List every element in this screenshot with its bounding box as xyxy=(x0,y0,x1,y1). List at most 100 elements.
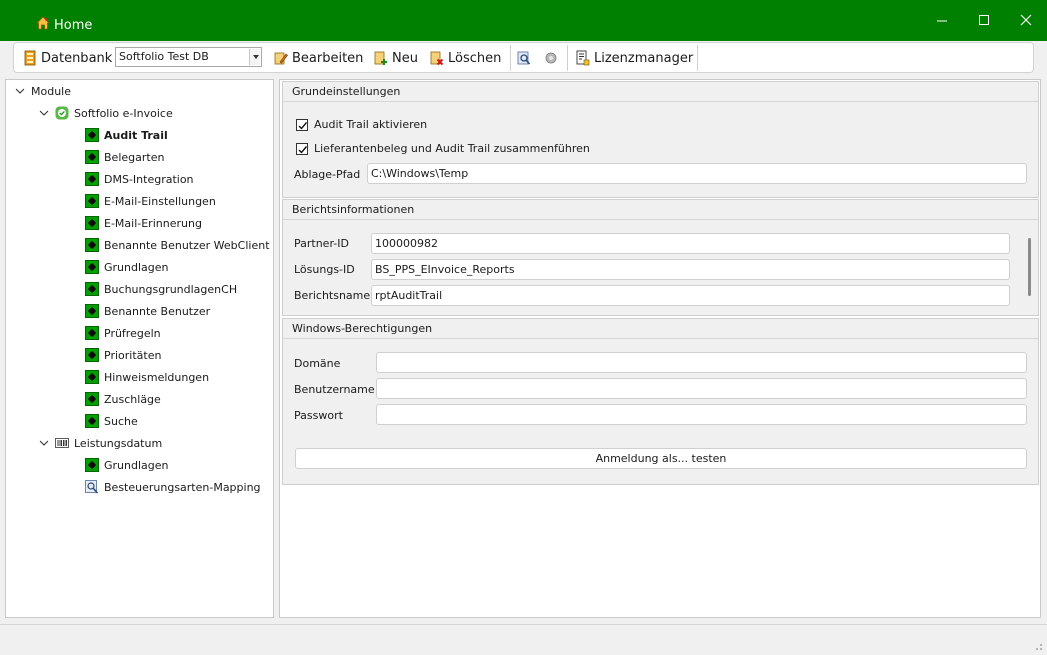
maximize-icon xyxy=(979,15,989,25)
settings-module-icon xyxy=(85,348,99,362)
solution-id-input[interactable]: BS_PPS_EInvoice_Reports xyxy=(371,259,1010,280)
tree-item-buchungsgrundlagen-ch[interactable]: BuchungsgrundlagenCH xyxy=(85,280,237,298)
tree-item-prioritaeten[interactable]: Prioritäten xyxy=(85,346,161,364)
tree-item-leistungsdatum-grundlagen[interactable]: Grundlagen xyxy=(85,456,169,474)
tree-group-leistungsdatum[interactable]: Leistungsdatum xyxy=(39,434,162,452)
minimize-button[interactable] xyxy=(932,10,952,30)
settings-module-icon xyxy=(85,458,99,472)
chevron-down-icon[interactable] xyxy=(39,438,49,448)
module-tree: Module Softfolio e-Invoice Audit Trail B… xyxy=(5,79,274,618)
settings-module-icon xyxy=(85,260,99,274)
tree-item-zuschlaege[interactable]: Zuschläge xyxy=(85,390,161,408)
report-name-label: Berichtsname xyxy=(294,289,371,302)
new-icon xyxy=(374,51,387,65)
tree-item-label: Grundlagen xyxy=(104,260,169,274)
checkbox-label: Lieferantenbeleg und Audit Trail zusamme… xyxy=(314,142,590,155)
tree-item-pruefregeln[interactable]: Prüfregeln xyxy=(85,324,161,342)
tree-item-label: Grundlagen xyxy=(104,458,169,472)
tree-group-einvoice[interactable]: Softfolio e-Invoice xyxy=(39,104,173,122)
tree-item-label: BuchungsgrundlagenCH xyxy=(104,282,238,296)
new-button[interactable]: Neu xyxy=(374,49,418,67)
chevron-down-icon[interactable] xyxy=(249,49,260,65)
status-bar xyxy=(0,624,1047,655)
settings-module-icon xyxy=(85,194,99,208)
checkbox-audit-trail[interactable]: Audit Trail aktivieren xyxy=(296,118,427,131)
username-input[interactable] xyxy=(376,378,1027,399)
test-login-button[interactable]: Anmeldung als... testen xyxy=(295,448,1027,469)
edit-button-label: Bearbeiten xyxy=(292,50,364,66)
settings-content: Grundeinstellungen Audit Trail aktiviere… xyxy=(279,79,1041,618)
solution-id-label: Lösungs-ID xyxy=(294,263,355,276)
tree-item-hinweismeldungen[interactable]: Hinweismeldungen xyxy=(85,368,209,386)
tree-item-grundlagen[interactable]: Grundlagen xyxy=(85,258,169,276)
settings-module-icon xyxy=(85,414,99,428)
group-grundeinstellungen: Grundeinstellungen Audit Trail aktiviere… xyxy=(282,81,1039,198)
close-icon xyxy=(1020,14,1032,26)
chevron-down-icon[interactable] xyxy=(15,86,25,96)
checkbox[interactable] xyxy=(296,118,308,131)
toolbar-separator xyxy=(510,45,511,71)
database-icon xyxy=(24,50,36,66)
tree-item-belegarten[interactable]: Belegarten xyxy=(85,148,164,166)
search-db-button[interactable] xyxy=(517,49,535,67)
tree-item-label: Besteuerungsarten-Mapping xyxy=(104,480,261,494)
tree-item-email-reminder[interactable]: E-Mail-Erinnerung xyxy=(85,214,202,232)
toolbar-separator xyxy=(697,45,698,71)
checkbox[interactable] xyxy=(296,142,308,155)
settings-module-icon xyxy=(85,238,99,252)
tree-item-label: Benannte Benutzer xyxy=(104,304,211,318)
group-header: Grundeinstellungen xyxy=(283,82,1038,102)
domain-input[interactable] xyxy=(376,352,1027,373)
window-title: Home xyxy=(54,18,93,33)
barcode-icon xyxy=(55,438,69,448)
database-select-value: Softfolio Test DB xyxy=(119,50,209,63)
close-button[interactable] xyxy=(1016,10,1036,30)
license-manager-button[interactable]: Lizenzmanager xyxy=(576,49,693,67)
check-icon xyxy=(298,145,308,154)
tree-item-dms-integration[interactable]: DMS-Integration xyxy=(85,170,194,188)
tree-item-email-settings[interactable]: E-Mail-Einstellungen xyxy=(85,192,216,210)
checkbox-label: Audit Trail aktivieren xyxy=(314,118,428,131)
domain-label: Domäne xyxy=(294,357,341,370)
tree-item-besteuerungsarten-mapping[interactable]: Besteuerungsarten-Mapping xyxy=(85,478,261,496)
settings-module-icon xyxy=(85,370,99,384)
group-header: Windows-Berechtigungen xyxy=(283,319,1038,339)
path-input[interactable]: C:\Windows\Temp xyxy=(367,163,1027,184)
maximize-button[interactable] xyxy=(974,10,994,30)
settings-module-icon xyxy=(85,392,99,406)
refresh-button[interactable] xyxy=(544,49,562,67)
database-select[interactable]: Softfolio Test DB xyxy=(115,47,262,67)
checkbox-merge-supplier-document[interactable]: Lieferantenbeleg und Audit Trail zusamme… xyxy=(296,142,590,155)
tree-group-label: Leistungsdatum xyxy=(74,436,163,450)
settings-module-icon xyxy=(85,128,99,142)
tree-item-label: Benannte Benutzer WebClient xyxy=(104,238,270,252)
tree-item-label: Prüfregeln xyxy=(104,326,161,340)
chevron-down-icon[interactable] xyxy=(39,108,49,118)
license-manager-label: Lizenzmanager xyxy=(594,50,694,66)
tree-root-module[interactable]: Module xyxy=(15,82,71,100)
home-icon xyxy=(36,16,50,30)
password-input[interactable] xyxy=(376,404,1027,425)
group-berichtsinformationen: Berichtsinformationen Partner-ID 1000009… xyxy=(282,199,1039,316)
edit-button[interactable]: Bearbeiten xyxy=(274,49,363,67)
scrollbar[interactable] xyxy=(1028,238,1031,296)
new-button-label: Neu xyxy=(392,50,418,66)
tree-item-suche[interactable]: Suche xyxy=(85,412,138,430)
delete-button-label: Löschen xyxy=(448,50,502,66)
tree-item-named-users[interactable]: Benannte Benutzer xyxy=(85,302,210,320)
settings-module-icon xyxy=(85,172,99,186)
partner-id-label: Partner-ID xyxy=(294,237,349,250)
toolbar-separator xyxy=(567,45,568,71)
tree-item-label: E-Mail-Einstellungen xyxy=(104,194,216,208)
tree-item-named-users-webclient[interactable]: Benannte Benutzer WebClient xyxy=(85,236,270,254)
main-toolbar: Datenbank Softfolio Test DB Bearbeiten N… xyxy=(13,42,1034,73)
partner-id-input[interactable]: 100000982 xyxy=(371,233,1010,254)
mapping-search-icon xyxy=(85,480,99,494)
delete-button[interactable]: Löschen xyxy=(430,49,501,67)
resize-grip-icon[interactable] xyxy=(1035,643,1043,651)
group-header: Berichtsinformationen xyxy=(283,200,1038,220)
report-name-input[interactable]: rptAuditTrail xyxy=(371,285,1010,306)
database-label-item: Datenbank xyxy=(23,49,112,67)
tree-item-audit-trail[interactable]: Audit Trail xyxy=(85,126,168,144)
settings-module-icon xyxy=(85,326,99,340)
